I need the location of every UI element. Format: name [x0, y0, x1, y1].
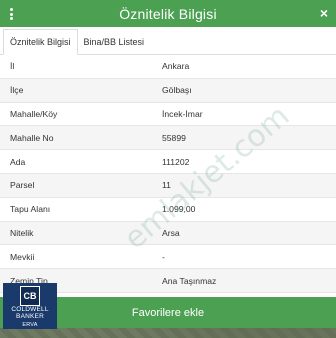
logo-badge: CB [20, 286, 40, 306]
tab-attributes[interactable]: Öznitelik Bilgisi [3, 29, 78, 55]
table-row: Nitelik Arsa [0, 221, 336, 246]
table-row: Tapu Alanı 1.099,00 [0, 198, 336, 222]
logo-line-2: BANKER [16, 313, 44, 320]
table-row: Mahalle/Köy İncek-İmar [0, 103, 336, 127]
attribute-value: Gölbaşı [162, 85, 192, 96]
attribute-key: Mahalle No [10, 132, 54, 143]
close-icon[interactable]: × [320, 3, 328, 23]
table-row: İl Ankara [0, 55, 336, 79]
agency-logo: CB COLDWELL BANKER ERVA [3, 283, 57, 329]
attribute-value: - [162, 251, 165, 262]
table-row: İlçe Gölbaşı [0, 78, 336, 103]
add-favorites-label: Favorilere ekle [131, 306, 205, 319]
attribute-key: Tapu Alanı [10, 204, 51, 215]
table-row: Mevkii - [0, 245, 336, 270]
more-vertical-icon[interactable] [10, 8, 13, 20]
table-row: Ada 111202 [0, 150, 336, 174]
attribute-value: 111202 [162, 156, 190, 167]
attribute-key: İl [10, 61, 15, 72]
logo-line-1: COLDWELL [11, 306, 49, 313]
attribute-value: 11 [162, 180, 171, 191]
tab-building-list[interactable]: Bina/BB Listesi [78, 30, 151, 54]
attribute-key: Nitelik [10, 227, 34, 238]
table-row: Parsel 11 [0, 173, 336, 198]
attribute-value: İncek-İmar [162, 108, 203, 119]
attribute-value: Ankara [162, 61, 190, 72]
attribute-value: Ana Taşınmaz [162, 275, 217, 286]
attribute-panel: Öznitelik Bilgisi Bina/BB Listesi İl Anka… [0, 27, 336, 317]
header-bar: Öznitelik Bilgisi × [0, 0, 336, 27]
table-row: Mahalle No 55899 [0, 126, 336, 151]
tab-bar: Öznitelik Bilgisi Bina/BB Listesi [0, 27, 336, 55]
attribute-value: 55899 [162, 132, 186, 143]
attribute-value: 1.099,00 [162, 204, 196, 215]
attribute-table: İl Ankara İlçe Gölbaşı Mahalle/Köy İncek-İmar… [0, 55, 336, 317]
attribute-value: Arsa [162, 227, 180, 238]
attribute-key: Mevkii [10, 251, 35, 262]
attribute-key: İlçe [10, 85, 24, 96]
attribute-key: Mahalle/Köy [10, 108, 58, 119]
attribute-key: Ada [10, 156, 26, 167]
attribute-key: Parsel [10, 180, 35, 191]
page-title: Öznitelik Bilgisi [119, 5, 217, 22]
logo-line-3: ERVA [22, 322, 38, 328]
